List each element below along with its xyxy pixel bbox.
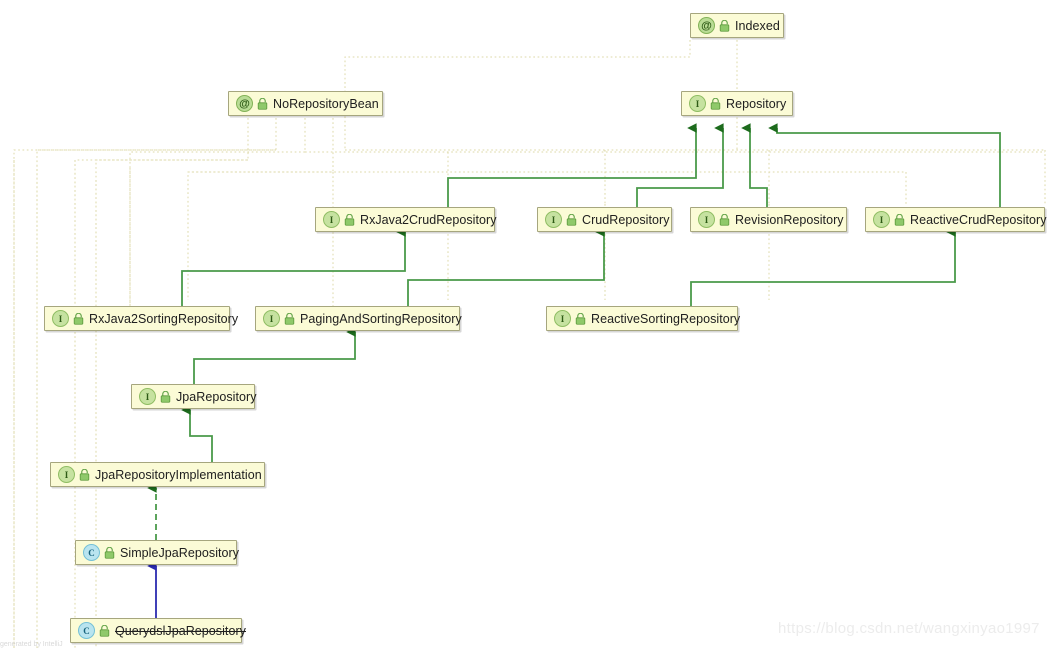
uml-node-simplejpa[interactable]: C SimpleJpaRepository — [75, 540, 240, 565]
interface-icon: I — [545, 211, 562, 228]
lock-icon — [104, 546, 115, 559]
lock-icon — [160, 390, 171, 403]
edge-crud-repository — [636, 123, 724, 207]
uml-node-label: RxJava2CrudRepository — [360, 212, 497, 227]
uml-node-rxjava2sort[interactable]: I RxJava2SortingRepository — [44, 306, 238, 331]
class-icon: C — [83, 544, 100, 561]
uml-node-repository[interactable]: I Repository — [681, 91, 793, 116]
uml-node-label: QuerydslJpaRepository — [115, 623, 246, 638]
annotation-icon: @ — [698, 17, 715, 34]
uml-node-label: Indexed — [735, 18, 780, 33]
uml-node-label: ReactiveSortingRepository — [591, 311, 741, 326]
uml-node-reactivesort[interactable]: I ReactiveSortingRepository — [546, 306, 741, 331]
uml-node-rxjava2crud[interactable]: I RxJava2CrudRepository — [315, 207, 497, 232]
uml-node-crud[interactable]: I CrudRepository — [537, 207, 672, 232]
inheritance-edges — [147, 123, 1001, 540]
lock-icon — [79, 468, 90, 481]
uml-node-label: JpaRepositoryImplementation — [95, 467, 262, 482]
class-icon: C — [78, 622, 95, 639]
lock-icon — [73, 312, 84, 325]
uml-node-label: RevisionRepository — [735, 212, 844, 227]
uml-node-norepobean[interactable]: @ NoRepositoryBean — [228, 91, 383, 116]
edge-pagingsort-crud — [407, 227, 605, 306]
edge-reactivecrud-repository — [768, 123, 1001, 207]
edge-jparepoimpl-jparepo — [181, 405, 213, 462]
interface-icon: I — [554, 310, 571, 327]
uml-node-label: RxJava2SortingRepository — [89, 311, 239, 326]
edge-revision-repository — [741, 123, 768, 207]
uml-node-jparepoimpl[interactable]: I JpaRepositoryImplementation — [50, 462, 265, 487]
edge-rxjava2crud-repository — [447, 123, 697, 207]
interface-icon: I — [698, 211, 715, 228]
uml-node-label: ReactiveCrudRepository — [910, 212, 1047, 227]
lock-icon — [719, 19, 730, 32]
uml-node-pagingsort[interactable]: I PagingAndSortingRepository — [255, 306, 462, 331]
uml-node-label: JpaRepository — [176, 389, 257, 404]
uml-node-label: Repository — [726, 96, 787, 111]
corner-note: generated by IntelliJ — [0, 641, 63, 648]
lock-icon — [257, 97, 268, 110]
interface-icon: I — [139, 388, 156, 405]
annotation-icon: @ — [236, 95, 253, 112]
interface-icon: I — [689, 95, 706, 112]
edge-rxjava2sort-rxjava2crud — [181, 227, 406, 306]
uml-diagram-canvas: @ Indexed @ NoRepositoryBean I Repository I RxJ… — [0, 0, 1051, 648]
uml-node-jparepo[interactable]: I JpaRepository — [131, 384, 257, 409]
uml-node-label: SimpleJpaRepository — [120, 545, 240, 560]
edge-jparepo-pagingsort — [193, 327, 356, 384]
uml-node-label: CrudRepository — [582, 212, 670, 227]
lock-icon — [99, 624, 110, 637]
uml-node-reactivecrud[interactable]: I ReactiveCrudRepository — [865, 207, 1047, 232]
edge-reactivesort-reactivecrud — [690, 227, 956, 306]
lock-icon — [894, 213, 905, 226]
uml-node-label: PagingAndSortingRepository — [300, 311, 462, 326]
watermark: https://blog.csdn.net/wangxinyao1997 — [778, 620, 1040, 637]
lock-icon — [344, 213, 355, 226]
uml-node-revision[interactable]: I RevisionRepository — [690, 207, 847, 232]
interface-icon: I — [52, 310, 69, 327]
lock-icon — [710, 97, 721, 110]
lock-icon — [284, 312, 295, 325]
uml-node-querydsljpa[interactable]: C QuerydslJpaRepository — [70, 618, 246, 643]
interface-icon: I — [58, 466, 75, 483]
interface-icon: I — [323, 211, 340, 228]
interface-icon: I — [873, 211, 890, 228]
interface-icon: I — [263, 310, 280, 327]
uml-node-label: NoRepositoryBean — [273, 96, 379, 111]
uml-node-indexed[interactable]: @ Indexed — [690, 13, 784, 38]
lock-icon — [575, 312, 586, 325]
lock-icon — [719, 213, 730, 226]
lock-icon — [566, 213, 577, 226]
